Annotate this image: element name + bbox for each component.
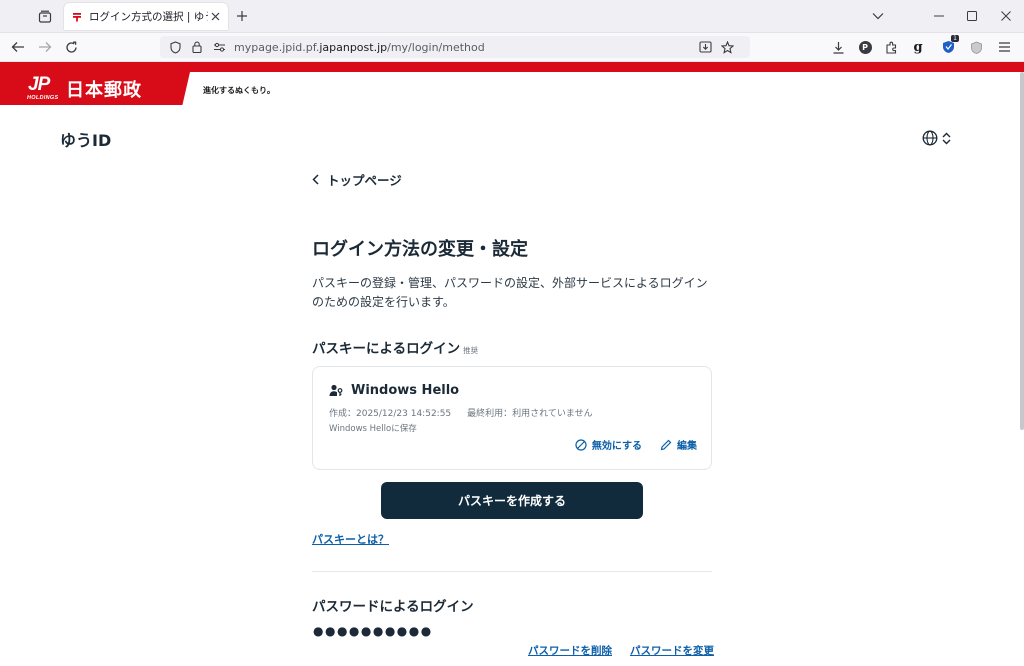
browser-tab-bar: ログイン方式の選択 | ゆうID: [0, 0, 1024, 33]
reload-icon[interactable]: [62, 38, 80, 56]
page-title: ログイン方法の変更・設定: [312, 239, 528, 260]
permissions-icon[interactable]: [212, 40, 226, 54]
download-page-icon[interactable]: [698, 40, 712, 54]
tab-list-icon[interactable]: [35, 7, 55, 27]
p-extension-icon[interactable]: P: [857, 39, 873, 55]
close-window-icon[interactable]: [997, 7, 1015, 25]
section-divider: [312, 571, 712, 572]
close-tab-icon[interactable]: [208, 10, 222, 24]
browser-nav-bar: mypage.jpid.pf.japanpost.jp/my/login/met…: [0, 33, 1024, 62]
recommend-badge: 推奨: [463, 346, 479, 355]
forward-arrow-icon[interactable]: [36, 38, 54, 56]
page-scrollbar[interactable]: [1020, 72, 1024, 430]
lock-icon[interactable]: [190, 40, 204, 54]
passkey-last-used: 最終利用：利用されていません: [467, 409, 593, 419]
chevron-left-icon: [312, 174, 319, 185]
bookmark-star-icon[interactable]: [720, 40, 734, 54]
globe-icon: [922, 130, 938, 146]
create-passkey-button[interactable]: パスキーを作成する: [381, 482, 643, 519]
sort-chevron-icon: [942, 132, 951, 144]
shield-extension-icon[interactable]: 1: [940, 35, 959, 55]
extensions-puzzle-icon[interactable]: [883, 39, 899, 55]
password-section-title: パスワードによるログイン: [312, 599, 474, 615]
passkey-storage: Windows Helloに保存: [329, 424, 417, 434]
back-link-label: トップページ: [327, 173, 402, 188]
new-tab-icon[interactable]: [234, 8, 250, 24]
shield-icon[interactable]: [168, 40, 182, 54]
logo-text: 日本郵政: [66, 80, 142, 101]
passkey-meta: 作成：2025/12/23 14:52:55 最終利用：利用されていません: [329, 406, 593, 419]
passkey-name: Windows Hello: [329, 383, 459, 398]
url-text: mypage.jpid.pf.japanpost.jp/my/login/met…: [234, 40, 485, 54]
passkey-section-title: パスキーによるログイン 推奨: [312, 341, 479, 357]
language-selector[interactable]: [922, 130, 956, 146]
logo-holdings: HOLDINGS: [27, 95, 59, 101]
user-key-icon: [329, 384, 343, 396]
menu-icon[interactable]: [996, 39, 1012, 55]
passkey-card: Windows Hello 作成：2025/12/23 14:52:55 最終利…: [312, 366, 712, 470]
postal-favicon-icon: [73, 12, 81, 21]
passkey-actions: 無効にする 編集: [575, 437, 697, 452]
gray-shield-extension-icon[interactable]: [968, 39, 984, 55]
chevron-down-icon[interactable]: [869, 7, 887, 25]
back-arrow-icon[interactable]: [9, 38, 27, 56]
g-extension-icon[interactable]: g: [910, 39, 926, 55]
maximize-icon[interactable]: [963, 7, 981, 25]
brand-red-bar: [0, 62, 1024, 72]
page-description: パスキーの登録・管理、パスワードの設定、外部サービスによるログインのための設定を…: [312, 276, 708, 309]
prohibited-icon: [575, 438, 587, 451]
pencil-icon: [660, 439, 672, 450]
address-bar[interactable]: mypage.jpid.pf.japanpost.jp/my/login/met…: [160, 36, 750, 58]
delete-password-link[interactable]: パスワードを削除: [528, 643, 612, 658]
passkey-help-link[interactable]: パスキーとは？: [312, 531, 389, 547]
password-actions: パスワードを削除 パスワードを変更: [528, 643, 714, 658]
masked-password: ●●●●●●●●●●: [313, 624, 433, 638]
service-title[interactable]: ゆうID: [60, 127, 111, 151]
passkey-created: 作成：2025/12/23 14:52:55: [329, 409, 452, 419]
downloads-icon[interactable]: [830, 39, 846, 55]
minimize-icon[interactable]: [930, 7, 948, 25]
disable-passkey-button[interactable]: 無効にする: [575, 437, 642, 452]
jp-logo-mark: JP: [28, 74, 50, 95]
tab-title: ログイン方式の選択 | ゆうID: [89, 11, 208, 23]
tagline: 進化するぬくもり。: [203, 86, 275, 95]
back-to-top-link[interactable]: トップページ: [312, 170, 402, 189]
edit-passkey-button[interactable]: 編集: [660, 437, 697, 452]
browser-tab[interactable]: ログイン方式の選択 | ゆうID: [64, 3, 228, 30]
change-password-link[interactable]: パスワードを変更: [630, 643, 714, 658]
